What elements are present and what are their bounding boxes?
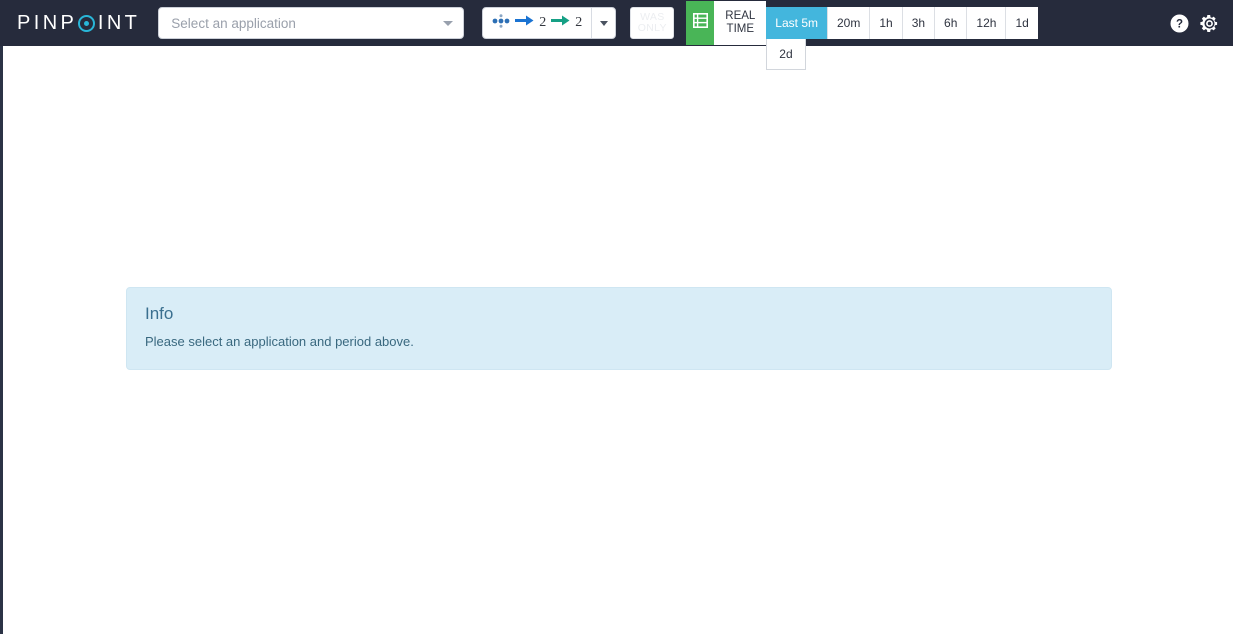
gear-icon[interactable] <box>1200 14 1219 33</box>
chevron-down-icon <box>599 20 608 26</box>
was-only-label-line2: ONLY <box>637 22 667 34</box>
time-range-button-3h[interactable]: 3h <box>902 7 936 39</box>
node-link-counter[interactable]: 2 2 <box>483 8 591 38</box>
time-range-button-20m[interactable]: 20m <box>827 7 871 39</box>
time-range-button-12h[interactable]: 12h <box>967 7 1007 39</box>
realtime-toggle-group: REAL TIME <box>686 1 767 45</box>
dots-cluster-icon <box>492 13 510 33</box>
logo-text-before: PINP <box>17 11 78 34</box>
info-panel: Info Please select an application and pe… <box>126 287 1112 370</box>
inbound-count: 2 <box>539 15 547 30</box>
info-panel-message: Please select an application and period … <box>145 334 414 349</box>
pinpoint-logo[interactable]: PINP INT <box>0 0 154 46</box>
time-range-label: 3h <box>911 16 926 30</box>
info-panel-title: Info <box>145 304 174 323</box>
time-range-label: 1h <box>879 16 893 30</box>
chevron-down-icon <box>443 21 454 26</box>
table-grid-icon <box>692 13 708 33</box>
time-range-button-last5m[interactable]: Last 5m 2d <box>766 7 828 70</box>
node-link-counter-dropdown-toggle[interactable] <box>591 8 615 38</box>
outbound-count: 2 <box>575 15 583 30</box>
node-link-counter-group: 2 2 <box>482 7 617 39</box>
svg-text:?: ? <box>1176 18 1183 30</box>
application-select[interactable]: Select an application <box>158 7 465 39</box>
realtime-label-line2: TIME <box>726 23 755 35</box>
was-only-button[interactable]: WAS ONLY <box>630 7 675 39</box>
time-range-label: 20m <box>836 16 861 30</box>
collapsed-sidebar-rail[interactable] <box>0 46 3 634</box>
time-range-dropdown: 2d <box>766 39 806 70</box>
arrow-right-blue-icon <box>515 14 534 32</box>
time-range-label: 1d <box>1015 16 1029 30</box>
logo-text-after: INT <box>97 11 141 34</box>
time-range-button-1d[interactable]: 1d <box>1006 7 1038 39</box>
realtime-label-button[interactable]: REAL TIME <box>714 1 767 45</box>
arrow-right-green-icon <box>551 14 570 32</box>
time-range-group: Last 5m 2d 20m 1h 3h 6h 12h 1d <box>766 7 1038 70</box>
time-range-button-1h[interactable]: 1h <box>870 7 903 39</box>
time-range-label: 6h <box>944 16 958 30</box>
time-range-label: 12h <box>976 16 997 30</box>
logo-target-o-icon <box>78 14 96 32</box>
time-range-label: Last 5m <box>775 16 818 30</box>
time-range-button-6h[interactable]: 6h <box>935 7 968 39</box>
header-actions: ? <box>1170 14 1233 33</box>
realtime-grid-button[interactable] <box>686 1 715 45</box>
app-header: PINP INT Select an application 2 2 WAS O… <box>0 0 1233 70</box>
help-icon[interactable]: ? <box>1170 14 1189 33</box>
realtime-label-line1: REAL <box>725 10 756 22</box>
time-range-dropdown-item-2d[interactable]: 2d <box>767 45 804 63</box>
application-select-placeholder: Select an application <box>171 15 296 31</box>
